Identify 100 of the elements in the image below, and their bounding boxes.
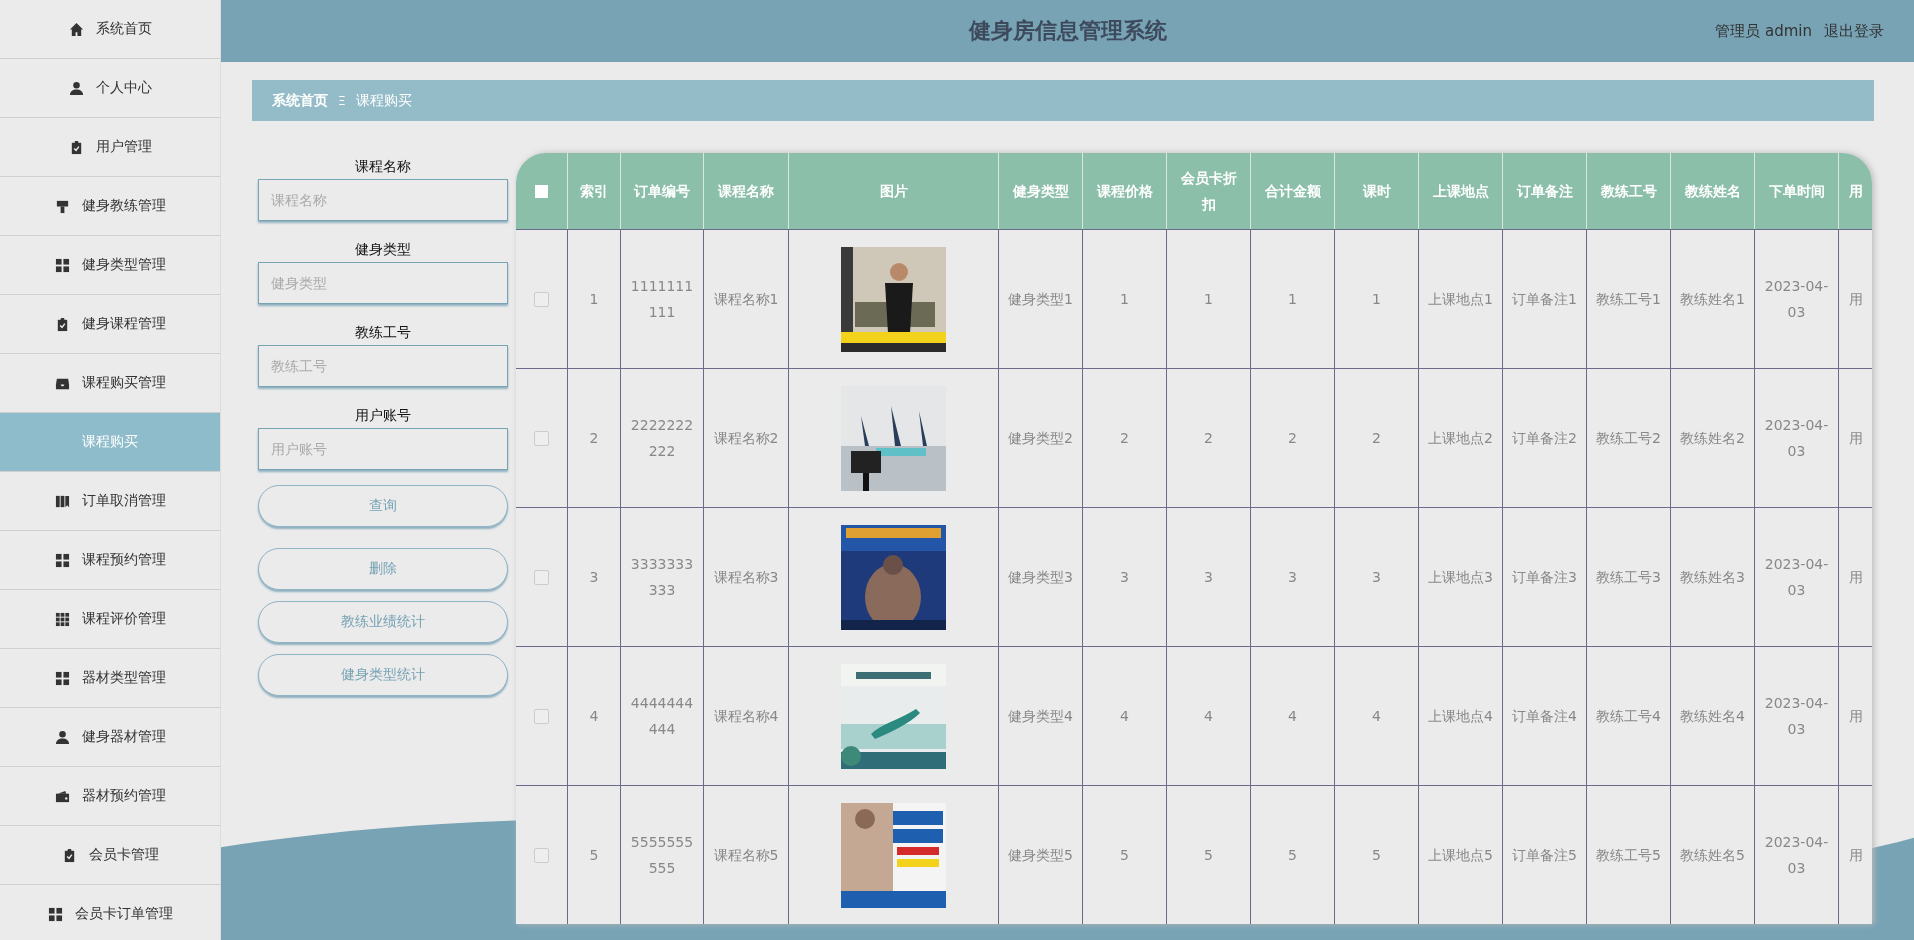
- column-header: 课时: [1334, 153, 1418, 229]
- book-icon: [54, 493, 70, 509]
- table-cell-text: 健身类型5: [1008, 846, 1073, 865]
- table-cell-text: 2023-04-03: [1763, 694, 1830, 739]
- sidebar-item[interactable]: 器材类型管理: [0, 649, 220, 708]
- sidebar-item[interactable]: 用户管理: [0, 118, 220, 177]
- column-header: 订单备注: [1502, 153, 1586, 229]
- column-header: 健身类型: [998, 153, 1082, 229]
- table-cell-text: 4444444444: [629, 694, 695, 739]
- column-header: 下单时间: [1754, 153, 1838, 229]
- table-cell-text: 4: [1372, 707, 1381, 726]
- table-cell-text: 5: [1204, 846, 1213, 865]
- breadcrumb-separator: Ξ: [338, 93, 346, 108]
- search-field[interactable]: 教练工号: [258, 345, 508, 387]
- table-cell-text: 上课地点2: [1428, 429, 1493, 448]
- table-cell-text: 教练姓名2: [1680, 429, 1745, 448]
- table-cell-text: 用: [1848, 846, 1863, 865]
- select-all-checkbox[interactable]: [535, 184, 548, 198]
- search-field[interactable]: 健身类型: [258, 262, 508, 304]
- table-cell-text: 课程名称5: [713, 846, 779, 865]
- sidebar-item[interactable]: 健身类型管理: [0, 236, 220, 295]
- table-cell-text: 5: [1372, 846, 1381, 865]
- table-cell-text: 教练姓名1: [1680, 290, 1745, 309]
- table-cell-text: 4: [1204, 707, 1213, 726]
- table-cell-text: 订单备注2: [1512, 429, 1577, 448]
- sidebar-item[interactable]: 器材预约管理: [0, 767, 220, 826]
- search-field[interactable]: 用户账号: [258, 428, 508, 470]
- sidebar-item[interactable]: 系统首页: [0, 0, 220, 59]
- field-label: 健身类型: [354, 240, 412, 259]
- table-cell-text: 课程名称3: [713, 568, 779, 587]
- table-cell-text: 2: [1372, 429, 1381, 448]
- field-label: 教练工号: [354, 323, 412, 342]
- table-cell-text: 2023-04-03: [1763, 833, 1830, 878]
- column-header: 合计金额: [1250, 153, 1334, 229]
- column-header: 会员卡折扣: [1166, 153, 1250, 229]
- column-header: 课程价格: [1082, 153, 1166, 229]
- row-checkbox[interactable]: [534, 430, 549, 446]
- column-header: 课程名称: [703, 153, 788, 229]
- table-cell-text: 2: [1204, 429, 1213, 448]
- sidebar-item[interactable]: 个人中心: [0, 59, 220, 118]
- table-cell-text: 订单备注3: [1512, 568, 1577, 587]
- brush-icon: [54, 198, 70, 214]
- table-cell-text: 教练姓名4: [1680, 707, 1745, 726]
- row-checkbox[interactable]: [534, 847, 549, 863]
- table-cell-text: 用: [1848, 429, 1863, 448]
- table-cell-text: 5: [589, 846, 599, 865]
- grid-icon: [54, 552, 70, 568]
- table-cell-text: 4: [1288, 707, 1297, 726]
- sidebar-item[interactable]: 课程预约管理: [0, 531, 220, 590]
- table-cell-text: 教练工号3: [1596, 568, 1661, 587]
- field-label: 课程名称: [354, 157, 412, 176]
- table-cell-text: 1: [1204, 290, 1213, 309]
- table-cell-text: 2: [589, 429, 599, 448]
- home-icon: [68, 21, 84, 37]
- table-cell-text: 健身类型4: [1008, 707, 1073, 726]
- table-cell-text: 3: [589, 568, 599, 587]
- sidebar-item[interactable]: 健身教练管理: [0, 177, 220, 236]
- table-cell-text: 教练姓名3: [1680, 568, 1745, 587]
- table-cell-text: 订单备注1: [1512, 290, 1577, 309]
- table-cell-text: 4: [589, 707, 599, 726]
- table-cell-text: 上课地点4: [1428, 707, 1493, 726]
- row-checkbox[interactable]: [534, 569, 549, 585]
- table-cell-text: 课程名称2: [713, 429, 779, 448]
- table-cell-text: 5: [1288, 846, 1297, 865]
- table-cell-text: 3: [1120, 568, 1129, 587]
- table-cell-text: 订单备注5: [1512, 846, 1577, 865]
- table-cell-text: 用: [1848, 707, 1863, 726]
- table-cell-text: 1: [1372, 290, 1381, 309]
- grid9-icon: [54, 611, 70, 627]
- table-cell-text: 健身类型1: [1008, 290, 1073, 309]
- column-header: 上课地点: [1418, 153, 1502, 229]
- table-cell-text: 健身类型2: [1008, 429, 1073, 448]
- sidebar-item[interactable]: 健身器材管理: [0, 708, 220, 767]
- sidebar-item[interactable]: 课程评价管理: [0, 590, 220, 649]
- user-icon: [68, 80, 84, 96]
- grid-icon: [54, 670, 70, 686]
- table-cell-text: 上课地点5: [1428, 846, 1493, 865]
- table-cell-text: 3: [1204, 568, 1213, 587]
- row-checkbox[interactable]: [534, 708, 549, 724]
- table-cell-text: 教练姓名5: [1680, 846, 1745, 865]
- sidebar-item[interactable]: 订单取消管理: [0, 472, 220, 531]
- table-cell-text: 2: [1120, 429, 1129, 448]
- table-cell-text: 2: [1288, 429, 1297, 448]
- user-icon: [54, 729, 70, 745]
- sidebar-item[interactable]: 会员卡管理: [0, 826, 220, 885]
- table-cell-text: 4: [1120, 707, 1129, 726]
- sidebar-item[interactable]: 健身课程管理: [0, 295, 220, 354]
- table-cell-text: 课程名称1: [713, 290, 779, 309]
- row-checkbox[interactable]: [534, 291, 549, 307]
- sidebar-item[interactable]: 会员卡订单管理: [0, 885, 220, 940]
- logout-link[interactable]: 退出登录: [1824, 21, 1884, 41]
- table-cell-text: 3: [1288, 568, 1297, 587]
- table-cell-text: 订单备注4: [1512, 707, 1577, 726]
- table-cell-text: 教练工号2: [1596, 429, 1661, 448]
- table-cell-text: 5: [1120, 846, 1129, 865]
- table-cell-text: 3333333333: [629, 555, 695, 600]
- table-cell-text: 5555555555: [629, 833, 695, 878]
- search-field[interactable]: 课程名称: [258, 179, 508, 221]
- breadcrumb-current: 课程购买: [355, 91, 412, 110]
- grid-icon: [54, 257, 70, 273]
